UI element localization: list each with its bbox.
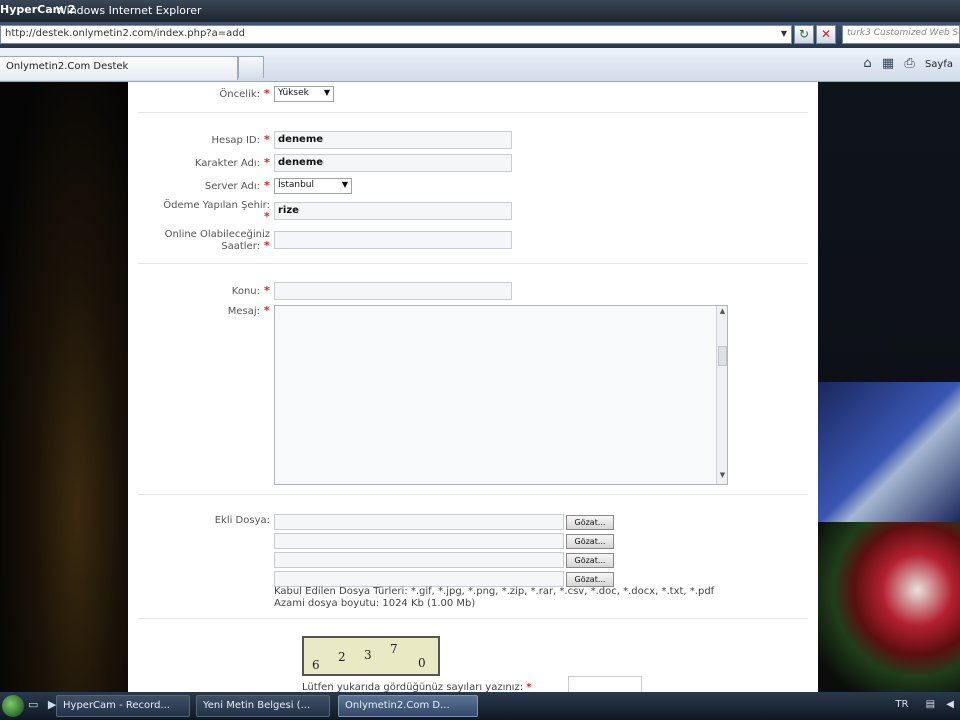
rss-feed-icon[interactable]: ▦	[882, 56, 894, 71]
captcha-prompt-text: Lütfen yukarıda gördüğünüz sayıları yazı…	[302, 682, 524, 692]
online-hours-input[interactable]	[274, 231, 512, 249]
captcha-digit: 0	[418, 656, 426, 670]
home-icon[interactable]: ⌂	[863, 56, 871, 71]
background-art-left	[0, 82, 128, 692]
file-input-2[interactable]	[274, 533, 564, 549]
allowed-file-types: Kabul Edilen Dosya Türleri: *.gif, *.jpg…	[274, 586, 715, 597]
payment-city-label: Ödeme Yapılan Şehir:	[163, 200, 270, 211]
captcha-prompt: Lütfen yukarıda gördüğünüz sayıları yazı…	[302, 682, 532, 692]
account-id-input[interactable]: deneme	[274, 131, 512, 149]
taskbar-item-hypercam[interactable]: HyperCam - Record...	[56, 695, 190, 717]
network-icon[interactable]: ▤	[926, 699, 935, 710]
character-art-figure	[818, 522, 960, 692]
address-dropdown-icon[interactable]: ▼	[778, 26, 790, 42]
file-input-1[interactable]	[274, 514, 564, 530]
divider	[138, 263, 808, 264]
required-mark: *	[264, 210, 270, 223]
window-title: Windows Internet Explorer	[56, 4, 202, 17]
support-ticket-form: Öncelik: * Yüksek ▼ Hesap ID: * deneme K…	[128, 82, 818, 692]
required-mark: *	[264, 133, 270, 146]
message-textarea[interactable]	[274, 305, 728, 485]
priority-value: Yüksek	[278, 88, 309, 98]
scroll-down-icon[interactable]: ▼	[717, 471, 728, 483]
refresh-icon[interactable]: ↻	[794, 25, 814, 44]
account-id-label: Hesap ID:	[211, 135, 260, 146]
scroll-thumb[interactable]	[718, 346, 727, 366]
chevron-down-icon: ▼	[323, 88, 330, 97]
volume-icon[interactable]: ◀	[946, 699, 954, 710]
address-input[interactable]: http://destek.onlymetin2.com/index.php?a…	[0, 25, 792, 44]
search-input[interactable]: turk3 Customized Web Se	[842, 25, 960, 44]
tab-bar: Onlymetin2.Com Destek ⌂ ▦ ⎙ Sayfa	[0, 48, 960, 82]
page-content: Öncelik: * Yüksek ▼ Hesap ID: * deneme K…	[0, 82, 960, 692]
file-input-4[interactable]	[274, 571, 564, 587]
server-name-label: Server Adı:	[204, 181, 260, 192]
browse-button-4[interactable]: Gözat...	[566, 572, 614, 587]
required-mark: *	[264, 304, 270, 317]
required-mark: *	[264, 156, 270, 169]
divider	[138, 618, 808, 619]
server-select[interactable]: İstanbul ▼	[274, 178, 352, 194]
browse-button-1[interactable]: Gözat...	[566, 515, 614, 530]
window-titlebar: HyperCam 2 Windows Internet Explorer	[0, 0, 960, 22]
priority-select[interactable]: Yüksek ▼	[274, 86, 334, 102]
language-indicator[interactable]: TR	[895, 699, 908, 710]
required-mark: *	[526, 682, 532, 692]
show-desktop-icon[interactable]: ▭	[28, 698, 38, 711]
max-file-size: Azami dosya boyutu: 1024 Kb (1.00 Mb)	[274, 598, 476, 609]
taskbar-item-notepad[interactable]: Yeni Metin Belgesi (...	[196, 695, 330, 717]
address-bar-row: http://destek.onlymetin2.com/index.php?a…	[0, 22, 960, 48]
stop-icon[interactable]: ✕	[816, 25, 836, 44]
start-button[interactable]	[2, 695, 24, 717]
page-menu[interactable]: Sayfa	[925, 59, 953, 70]
scroll-up-icon[interactable]: ▲	[717, 307, 728, 319]
file-input-3[interactable]	[274, 552, 564, 568]
character-name-input[interactable]: deneme	[274, 154, 512, 172]
taskbar: ▭ ▶ HyperCam - Record... Yeni Metin Belg…	[0, 692, 960, 720]
captcha-input[interactable]	[568, 676, 642, 692]
priority-label: Öncelik:	[219, 89, 260, 100]
required-mark: *	[264, 87, 270, 100]
required-mark: *	[264, 179, 270, 192]
browse-button-3[interactable]: Gözat...	[566, 553, 614, 568]
captcha-digit: 3	[364, 648, 372, 662]
character-name-label: Karakter Adı:	[194, 158, 260, 169]
system-tray: TR ▤ ◀	[889, 695, 960, 717]
captcha-digit: 2	[338, 650, 346, 664]
message-scrollbar[interactable]: ▲ ▼	[716, 306, 727, 484]
required-mark: *	[264, 284, 270, 297]
attachment-label: Ekli Dosya:	[214, 515, 270, 526]
captcha-digit: 7	[390, 642, 398, 656]
message-label: Mesaj:	[227, 306, 260, 317]
browse-button-2[interactable]: Gözat...	[566, 534, 614, 549]
subject-input[interactable]	[274, 282, 512, 300]
captcha-image: 6 2 3 7 0	[302, 636, 440, 676]
chevron-down-icon: ▼	[341, 180, 348, 189]
character-art-armor	[818, 382, 960, 522]
new-tab-button[interactable]	[238, 56, 264, 78]
divider	[138, 494, 808, 495]
captcha-digit: 6	[312, 658, 320, 672]
divider	[138, 112, 808, 113]
server-value: İstanbul	[278, 180, 315, 190]
subject-label: Konu:	[231, 286, 260, 297]
tab-onlymetin2[interactable]: Onlymetin2.Com Destek	[0, 56, 238, 80]
online-hours-label-line1: Online Olabileceğiniz	[164, 229, 270, 240]
online-hours-label-line2: Saatler:	[221, 241, 260, 252]
required-mark: *	[264, 239, 270, 252]
payment-city-input[interactable]: rize	[274, 202, 512, 220]
print-icon[interactable]: ⎙	[904, 56, 914, 71]
command-bar: ⌂ ▦ ⎙ Sayfa	[863, 56, 960, 74]
taskbar-item-browser[interactable]: Onlymetin2.Com D...	[338, 695, 478, 717]
